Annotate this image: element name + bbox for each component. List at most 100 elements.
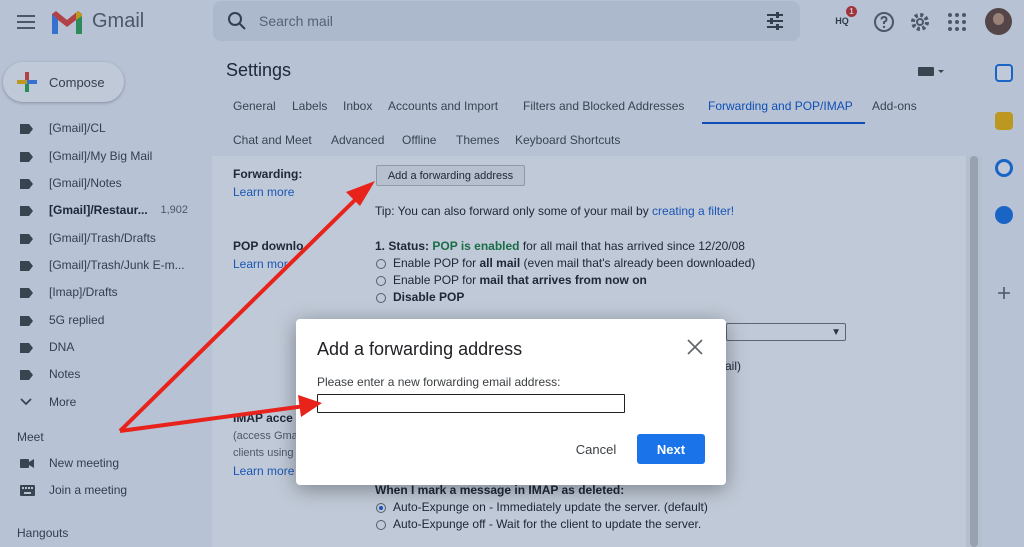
sidebar-item[interactable]: 5G replied	[0, 309, 208, 333]
sidebar-item[interactable]: DNA	[0, 336, 208, 360]
close-icon[interactable]	[686, 338, 704, 356]
pop-learn-more-link[interactable]: Learn mor	[233, 257, 288, 271]
imap-access-label: IMAP acce	[233, 411, 293, 425]
search-options-icon[interactable]	[765, 11, 785, 31]
sidebar-item[interactable]: [Gmail]/Restaur... 1,902	[0, 199, 208, 223]
sidebar-more-label: More	[49, 395, 77, 409]
sidebar-item[interactable]: [Gmail]/Trash/Drafts	[0, 227, 208, 251]
sidebar-item[interactable]: Notes	[0, 363, 208, 387]
scrollbar-thumb[interactable]	[970, 156, 978, 547]
keep-icon[interactable]	[995, 112, 1013, 130]
sidebar-item-label: [Gmail]/Trash/Drafts	[49, 231, 156, 245]
hq-extension-icon[interactable]: HQ 1	[829, 6, 857, 34]
tab-advanced[interactable]: Advanced	[331, 133, 384, 147]
creating-filter-link[interactable]: creating a filter!	[652, 204, 734, 218]
app-name: Gmail	[92, 10, 145, 32]
gmail-logo[interactable]	[50, 8, 84, 36]
select-arrow-icon: ▼	[831, 327, 841, 338]
label-icon	[20, 152, 33, 162]
forwarding-label: Forwarding:	[233, 167, 303, 181]
tab-accounts-import[interactable]: Accounts and Import	[388, 99, 498, 113]
new-meeting-item[interactable]: New meeting	[0, 452, 208, 476]
pop-status-prefix: 1. Status:	[375, 239, 433, 253]
label-icon	[20, 124, 33, 134]
tab-inbox[interactable]: Inbox	[343, 99, 372, 113]
sidebar-item-label: [Gmail]/Notes	[49, 176, 122, 190]
pop-status-suffix: for all mail that has arrived since 12/2…	[519, 239, 745, 253]
auto-expunge-on-radio[interactable]	[376, 503, 386, 513]
forwarding-email-input[interactable]	[317, 394, 625, 413]
tab-labels[interactable]: Labels	[292, 99, 327, 113]
pop-action-select[interactable]: ▼	[726, 323, 846, 341]
pop-disable-radio[interactable]	[376, 293, 386, 303]
tab-forwarding-pop-imap[interactable]: Forwarding and POP/IMAP	[708, 99, 853, 113]
main-menu-icon[interactable]	[14, 11, 38, 35]
auto-expunge-off-label: Auto-Expunge off - Wait for the client t…	[393, 517, 702, 531]
video-camera-icon	[20, 459, 34, 468]
hq-badge-text: HQ	[835, 16, 849, 26]
sidebar-more[interactable]: More	[0, 391, 208, 415]
search-input[interactable]	[259, 9, 739, 33]
next-button[interactable]: Next	[637, 434, 705, 464]
tab-keyboard-shortcuts[interactable]: Keyboard Shortcuts	[515, 133, 620, 147]
sidebar-item[interactable]: [Imap]/Drafts	[0, 281, 208, 305]
cancel-button[interactable]: Cancel	[566, 434, 626, 464]
sidebar-item-label: [Gmail]/CL	[49, 121, 106, 135]
account-avatar[interactable]	[985, 8, 1012, 35]
sidebar-item[interactable]: [Gmail]/Trash/Junk E-m...	[0, 254, 208, 278]
add-forwarding-dialog: Add a forwarding address Please enter a …	[296, 319, 726, 485]
pop-option-all-mail: Enable POP for all mail (even mail that'…	[393, 256, 755, 270]
sidebar-item-label: [Gmail]/My Big Mail	[49, 149, 153, 163]
sidebar-item-label: [Gmail]/Trash/Junk E-m...	[49, 258, 185, 272]
pop-text-tail: ail)	[725, 359, 742, 373]
imap-delete-title: When I mark a message in IMAP as deleted…	[375, 483, 625, 497]
hq-badge-count: 1	[846, 6, 857, 17]
pop-status: 1. Status: POP is enabled for all mail t…	[375, 239, 745, 253]
search-icon[interactable]	[227, 11, 247, 31]
sidebar-item-label: 5G replied	[49, 313, 105, 327]
page-title: Settings	[226, 60, 292, 80]
settings-scrollbar[interactable]	[966, 156, 982, 547]
help-icon[interactable]	[872, 10, 896, 34]
active-tab-indicator	[702, 122, 865, 124]
label-icon	[20, 316, 33, 326]
auto-expunge-off-radio[interactable]	[376, 520, 386, 530]
input-tools-icon[interactable]	[918, 66, 944, 78]
tab-themes[interactable]: Themes	[456, 133, 499, 147]
forwarding-tip-text: Tip: You can also forward only some of y…	[375, 204, 653, 218]
label-icon	[20, 206, 33, 216]
pop-option-disable: Disable POP	[393, 290, 465, 304]
top-bar: Gmail HQ 1	[0, 0, 1024, 46]
sidebar-item[interactable]: [Gmail]/Notes	[0, 172, 208, 196]
search-bar[interactable]	[213, 1, 800, 41]
compose-button[interactable]: Compose	[3, 62, 124, 102]
tab-offline[interactable]: Offline	[402, 133, 436, 147]
tasks-icon[interactable]	[995, 159, 1013, 177]
imap-learn-more-link[interactable]: Learn more	[233, 464, 294, 478]
sidebar-item[interactable]: [Gmail]/My Big Mail	[0, 145, 208, 169]
meet-section-title: Meet	[17, 430, 44, 444]
tab-filters[interactable]: Filters and Blocked Addresses	[523, 99, 684, 113]
tab-chat-meet[interactable]: Chat and Meet	[233, 133, 312, 147]
calendar-icon[interactable]	[995, 64, 1013, 82]
pop-from-now-radio[interactable]	[376, 276, 386, 286]
label-icon	[20, 288, 33, 298]
add-addon-icon[interactable]	[995, 284, 1013, 302]
forwarding-learn-more-link[interactable]: Learn more	[233, 185, 294, 199]
tab-general[interactable]: General	[233, 99, 276, 113]
forwarding-tip: Tip: You can also forward only some of y…	[375, 204, 734, 218]
sidebar-item-label: Notes	[49, 367, 81, 381]
tab-addons[interactable]: Add-ons	[872, 99, 917, 113]
contacts-icon[interactable]	[995, 206, 1013, 224]
pop-all-mail-radio[interactable]	[376, 259, 386, 269]
hangouts-section-title: Hangouts	[17, 526, 69, 540]
sidebar-item[interactable]: [Gmail]/CL	[0, 117, 208, 141]
settings-gear-icon[interactable]	[908, 10, 932, 34]
join-meeting-item[interactable]: Join a meeting	[0, 479, 208, 503]
sidebar-item-label: DNA	[49, 340, 75, 354]
pop-opt2-bold: mail that arrives from now on	[479, 273, 647, 287]
apps-grid-icon[interactable]	[945, 10, 969, 34]
dialog-title: Add a forwarding address	[317, 339, 523, 359]
pop-opt1-bold: all mail	[479, 256, 521, 270]
add-forwarding-address-button[interactable]: Add a forwarding address	[376, 165, 525, 186]
